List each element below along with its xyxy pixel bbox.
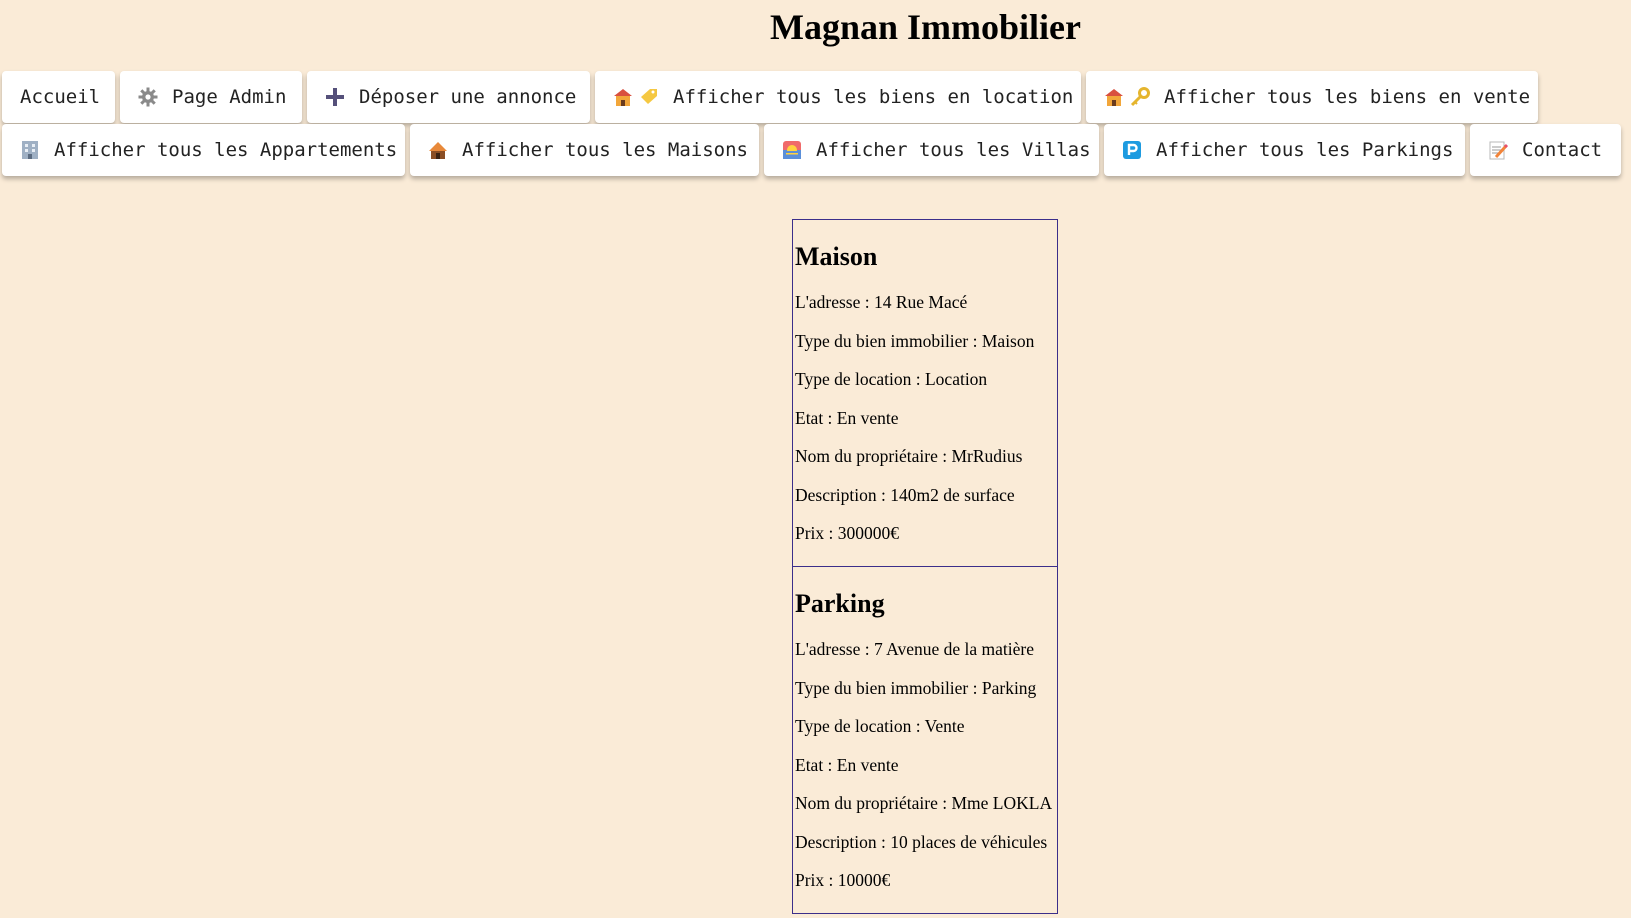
listing-address: L'adresse : 14 Rue Macé (795, 292, 968, 312)
nav-accueil-button[interactable]: Accueil (2, 71, 115, 123)
sunset-icon (782, 139, 802, 161)
nav-contact-label: Contact (1522, 139, 1603, 161)
nav-contact-button[interactable]: Contact (1470, 124, 1621, 176)
nav-biens-vente-button[interactable]: Afficher tous les biens en vente (1086, 71, 1538, 123)
nav-page-admin-button[interactable]: Page Admin (120, 71, 302, 123)
listings-container: Maison L'adresse : 14 Rue Macé Type du b… (792, 219, 1058, 914)
nav-parkings-label: Afficher tous les Parkings (1156, 139, 1454, 161)
memo-icon (1488, 139, 1508, 161)
nav-parkings-button[interactable]: Afficher tous les Parkings (1104, 124, 1465, 176)
listing-card: Maison L'adresse : 14 Rue Macé Type du b… (792, 219, 1058, 567)
nav-appartements-button[interactable]: Afficher tous les Appartements (2, 124, 405, 176)
nav-villas-button[interactable]: Afficher tous les Villas (764, 124, 1099, 176)
listing-property-type: Type du bien immobilier : Maison (795, 330, 1035, 351)
listing-owner: Nom du propriétaire : Mme LOKLA (795, 793, 1053, 813)
plus-icon (325, 86, 345, 108)
listing-owner: Nom du propriétaire : MrRudius (795, 446, 1023, 466)
nav-deposer-annonce-label: Déposer une annonce (359, 86, 577, 108)
parking-icon (1122, 139, 1142, 161)
building-icon (20, 139, 40, 161)
listing-rental-type: Type de location : Vente (795, 716, 965, 736)
nav-appartements-label: Afficher tous les Appartements (54, 139, 398, 161)
nav-page-admin-label: Page Admin (172, 86, 287, 108)
listing-price: Prix : 10000€ (795, 870, 891, 890)
listing-rental-type: Type de location : Location (795, 369, 988, 389)
nav-accueil-label: Accueil (20, 86, 101, 108)
listing-price: Prix : 300000€ (795, 523, 900, 543)
listing-address: L'adresse : 7 Avenue de la matière (795, 639, 1034, 659)
gear-icon (138, 86, 158, 108)
listing-status: Etat : En vente (795, 754, 899, 775)
listing-status: Etat : En vente (795, 407, 899, 428)
nav-biens-vente-label: Afficher tous les biens en vente (1164, 86, 1531, 108)
house-key-icon (1104, 86, 1150, 108)
nav-maisons-label: Afficher tous les Maisons (462, 139, 748, 161)
listing-description: Description : 140m2 de surface (795, 484, 1015, 505)
house-tag-icon (613, 86, 659, 108)
nav-row-2: Afficher tous les Appartements Afficher … (2, 124, 1621, 176)
nav-deposer-annonce-button[interactable]: Déposer une annonce (307, 71, 590, 123)
nav-row-1: Accueil Page Admin Déposer une annonce A… (2, 71, 1538, 123)
listing-description: Description : 10 places de véhicules (795, 831, 1048, 852)
nav-biens-location-label: Afficher tous les biens en location (673, 86, 1074, 108)
nav-maisons-button[interactable]: Afficher tous les Maisons (410, 124, 759, 176)
listing-card: Parking L'adresse : 7 Avenue de la matiè… (792, 566, 1058, 914)
hut-icon (428, 139, 448, 161)
nav-biens-location-button[interactable]: Afficher tous les biens en location (595, 71, 1081, 123)
listing-heading: Parking (795, 589, 885, 618)
site-title: Magnan Immobilier (770, 7, 1081, 47)
listing-heading: Maison (795, 242, 878, 271)
nav-villas-label: Afficher tous les Villas (816, 139, 1091, 161)
listing-property-type: Type du bien immobilier : Parking (795, 677, 1037, 698)
